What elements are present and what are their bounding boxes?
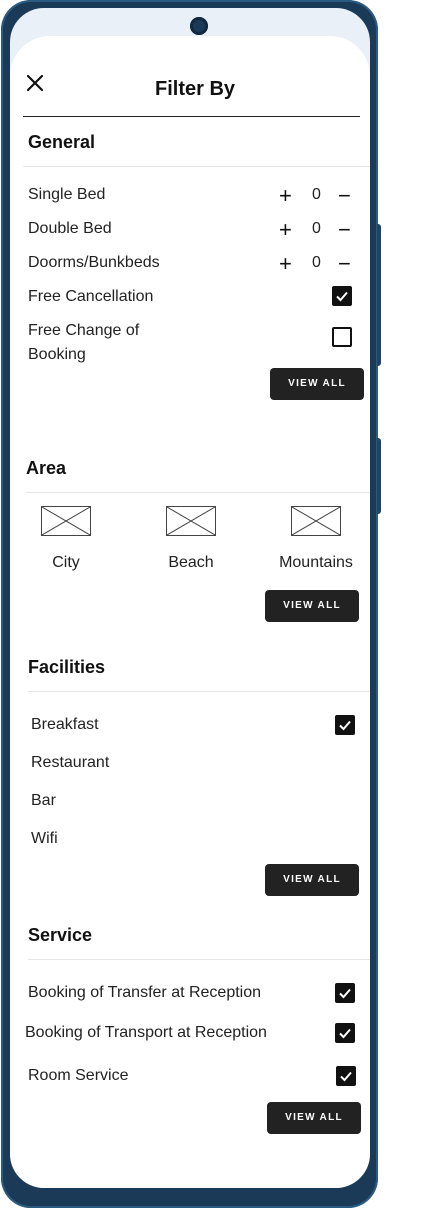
mountains-image-placeholder[interactable] xyxy=(291,506,341,536)
area-label-city: City xyxy=(52,554,80,571)
beach-image-placeholder[interactable] xyxy=(166,506,216,536)
general-view-all-button[interactable]: VIEW ALL xyxy=(270,368,364,400)
section-title-general: General xyxy=(28,132,96,152)
check-icon xyxy=(339,1028,351,1039)
service-label-transfer: Booking of Transfer at Reception xyxy=(28,984,262,1001)
dorms-value: 0 xyxy=(312,254,321,271)
service-view-all-button[interactable]: VIEW ALL xyxy=(267,1102,361,1134)
facility-label-wifi: Wifi xyxy=(31,830,58,847)
free-cancellation-label: Free Cancellation xyxy=(28,288,154,305)
divider xyxy=(26,492,370,493)
free-change-label-line1: Free Change of xyxy=(28,322,140,339)
stepper-label-dorms: Doorms/Bunkbeds xyxy=(28,254,160,271)
page-title: Filter By xyxy=(154,78,236,100)
service-label-transport: Booking of Transport at Reception xyxy=(25,1024,267,1041)
phone-screen: Filter By General Single Bed + 0 − Doubl… xyxy=(10,8,370,1188)
double-bed-minus-button[interactable]: − xyxy=(338,219,351,241)
breakfast-checkbox[interactable] xyxy=(335,715,355,735)
stepper-label-single-bed: Single Bed xyxy=(28,186,106,203)
filter-sheet: Filter By General Single Bed + 0 − Doubl… xyxy=(10,36,370,1188)
check-icon xyxy=(340,1071,352,1082)
side-button-power xyxy=(377,438,381,514)
section-title-area: Area xyxy=(26,458,67,478)
free-change-label-line2: Booking xyxy=(28,346,86,363)
facility-label-bar: Bar xyxy=(31,792,56,809)
free-change-checkbox[interactable] xyxy=(332,327,352,347)
facilities-view-all-button[interactable]: VIEW ALL xyxy=(265,864,359,896)
check-icon xyxy=(339,720,351,731)
header-divider xyxy=(23,116,360,117)
single-bed-plus-button[interactable]: + xyxy=(279,185,292,207)
front-camera xyxy=(190,17,208,35)
double-bed-value: 0 xyxy=(312,220,321,237)
double-bed-plus-button[interactable]: + xyxy=(279,219,292,241)
transport-checkbox[interactable] xyxy=(335,1023,355,1043)
dorms-plus-button[interactable]: + xyxy=(279,253,292,275)
room-service-checkbox[interactable] xyxy=(336,1066,356,1086)
side-button-volume xyxy=(377,224,381,366)
section-title-facilities: Facilities xyxy=(28,657,106,677)
area-label-beach: Beach xyxy=(168,554,214,571)
check-icon xyxy=(336,291,348,302)
area-label-mountains: Mountains xyxy=(279,554,353,571)
area-view-all-button[interactable]: VIEW ALL xyxy=(265,590,359,622)
facility-label-breakfast: Breakfast xyxy=(31,716,99,733)
divider xyxy=(28,959,370,960)
facility-label-restaurant: Restaurant xyxy=(31,754,110,771)
section-title-service: Service xyxy=(28,925,93,945)
transfer-checkbox[interactable] xyxy=(335,983,355,1003)
free-cancellation-checkbox[interactable] xyxy=(332,286,352,306)
divider xyxy=(28,691,370,692)
city-image-placeholder[interactable] xyxy=(41,506,91,536)
dorms-minus-button[interactable]: − xyxy=(338,253,351,275)
service-label-room-service: Room Service xyxy=(28,1067,129,1084)
single-bed-minus-button[interactable]: − xyxy=(338,185,351,207)
check-icon xyxy=(339,988,351,999)
divider xyxy=(23,166,370,167)
stepper-label-double-bed: Double Bed xyxy=(28,220,112,237)
single-bed-value: 0 xyxy=(312,186,321,203)
